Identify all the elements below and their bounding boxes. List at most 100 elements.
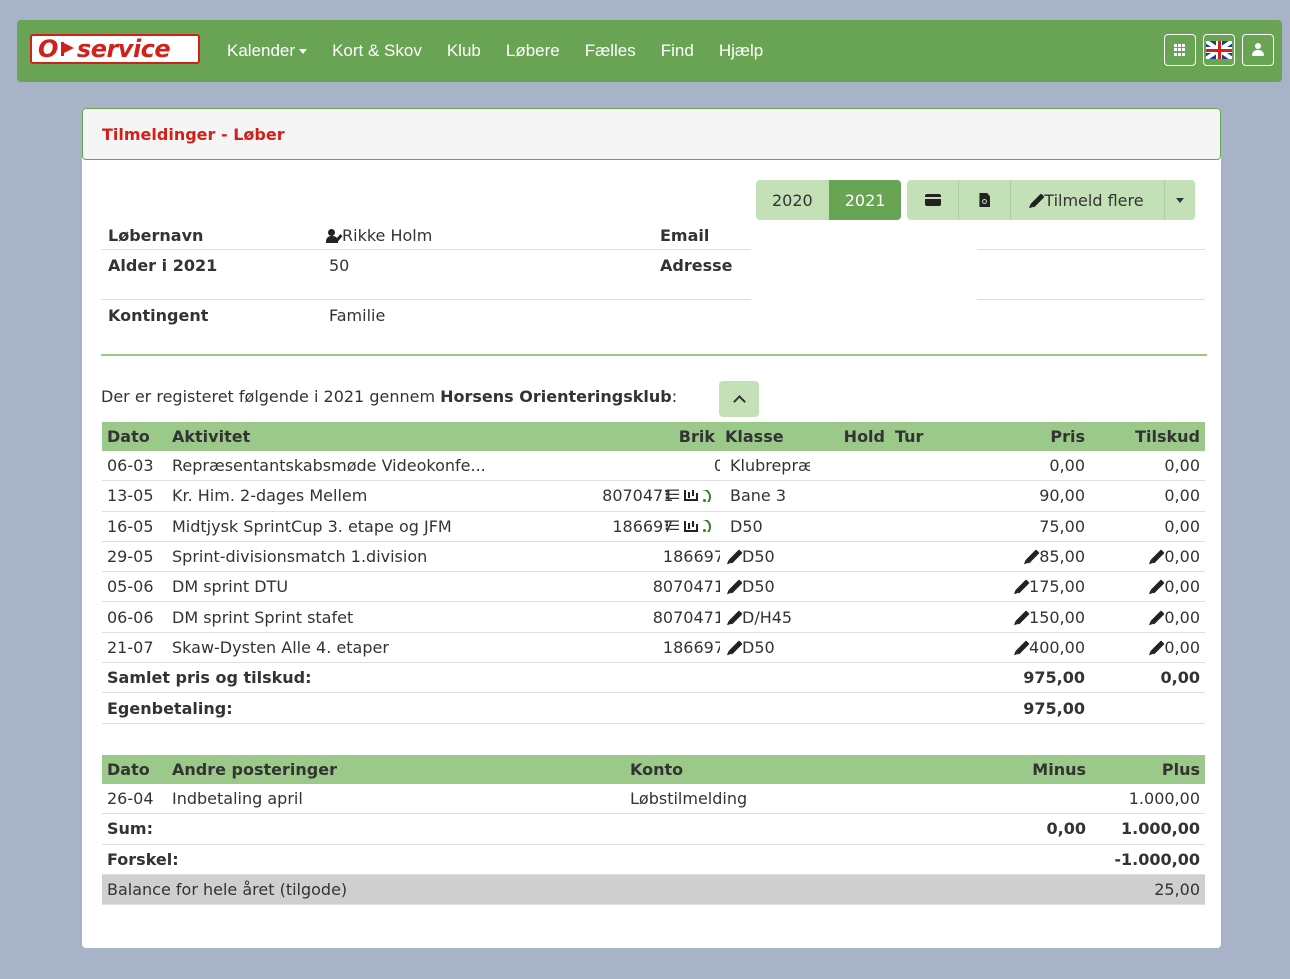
caret-down-icon — [1176, 197, 1185, 203]
table-header-row: Dato Aktivitet Brik Klasse Hold Tur Pris… — [102, 422, 1205, 451]
table-row: 29-05 Sprint-divisionsmatch 1.division 186… — [102, 541, 1205, 573]
balance-label: Balance for hele året (tilgode) — [102, 874, 1091, 906]
activity-tur — [890, 511, 950, 542]
language-button[interactable] — [1203, 34, 1235, 66]
row-divider — [977, 249, 1205, 250]
activity-klasse: D50 — [742, 547, 775, 567]
activity-name[interactable]: Midtjysk SprintCup 3. etape og JFM — [167, 511, 538, 542]
payment-button[interactable] — [907, 180, 960, 220]
activity-name[interactable]: Repræsentantskabsmøde Videokonfe... — [167, 451, 538, 482]
activity-tilskud-cell[interactable]: 0,00 — [1090, 571, 1205, 603]
nav-hjaelp[interactable]: Hjælp — [719, 41, 763, 61]
activity-brik: 186697 — [662, 637, 720, 657]
activity-klasse-cell: D50 — [720, 511, 810, 542]
oservice-logo[interactable]: Oservice — [30, 34, 200, 64]
activity-tilskud-cell[interactable]: 0,00 — [1090, 601, 1205, 633]
forskel-row: Forskel: -1.000,00 — [102, 844, 1205, 875]
activity-name[interactable]: Skaw-Dysten Alle 4. etaper — [167, 632, 538, 664]
results-chart-icon[interactable] — [684, 490, 698, 502]
nav-klub[interactable]: Klub — [447, 41, 481, 61]
credit-card-icon — [924, 194, 941, 206]
section-divider — [101, 354, 1207, 356]
activity-tilskud-cell: 0,00 — [1090, 451, 1205, 482]
col-aktivitet: Aktivitet — [167, 422, 538, 451]
nav-find[interactable]: Find — [661, 41, 694, 61]
col-dato: Dato — [102, 422, 167, 451]
activity-dato: 06-06 — [102, 601, 167, 633]
livefeed-icon[interactable] — [703, 520, 715, 533]
col-hold: Hold — [810, 422, 890, 451]
collapse-button[interactable] — [719, 381, 759, 417]
activity-hold — [810, 511, 890, 542]
activity-hold — [810, 480, 890, 512]
activity-brik-cell: 186697 — [538, 632, 720, 664]
activities-table: Dato Aktivitet Brik Klasse Hold Tur Pris… — [102, 422, 1205, 724]
activity-brik-cell: 186697 — [538, 541, 720, 573]
table-row: 06-03 Repræsentantskabsmøde Videokonfe...… — [102, 451, 1205, 482]
activity-brik: 8070471 — [652, 607, 720, 627]
activity-klasse-cell[interactable]: D50 — [720, 571, 810, 603]
livefeed-icon[interactable] — [703, 489, 715, 502]
activity-pris-cell: 90,00 — [950, 480, 1090, 512]
nav-kalender[interactable]: Kalender — [227, 41, 308, 61]
posting-plus: 1.000,00 — [1091, 784, 1205, 815]
nav-right-buttons — [1164, 34, 1274, 66]
tilmeld-flere-button[interactable]: Tilmeld flere — [1011, 180, 1166, 220]
activity-pris-cell[interactable]: 150,00 — [950, 601, 1090, 633]
tilmeld-dropdown-toggle[interactable] — [1165, 180, 1196, 220]
activity-klasse-cell[interactable]: D50 — [720, 541, 810, 573]
activity-tilskud: 0,00 — [1164, 486, 1200, 506]
activity-klasse: D50 — [742, 637, 775, 657]
activity-brik-cell: 8070471 — [538, 571, 720, 603]
nav-faelles[interactable]: Fælles — [585, 41, 636, 61]
empty-cell — [1090, 692, 1205, 724]
activity-dato: 21-07 — [102, 632, 167, 664]
year-2021-button[interactable]: 2021 — [828, 180, 902, 220]
sum-row: Sum: 0,00 1.000,00 — [102, 813, 1205, 845]
nav-kort-skov[interactable]: Kort & Skov — [332, 41, 422, 61]
activity-name[interactable]: Sprint-divisionsmatch 1.division — [167, 541, 538, 573]
activity-tilskud-cell[interactable]: 0,00 — [1090, 541, 1205, 573]
activity-tilskud-cell[interactable]: 0,00 — [1090, 632, 1205, 664]
kontingent-label: Kontingent — [108, 306, 209, 325]
col-klasse: Klasse — [720, 422, 810, 451]
activity-pris-cell[interactable]: 85,00 — [950, 541, 1090, 573]
nav-lobere[interactable]: Løbere — [506, 41, 560, 61]
col-konto: Konto — [625, 755, 875, 784]
main-nav: Kalender Kort & Skov Klub Løbere Fælles … — [227, 20, 788, 82]
activity-tilskud: 0,00 — [1164, 637, 1200, 657]
activity-klasse-cell[interactable]: D/H45 — [720, 601, 810, 633]
kontingent-value: Familie — [329, 306, 386, 325]
uk-flag-icon — [1206, 41, 1232, 59]
year-2020-button[interactable]: 2020 — [756, 180, 829, 220]
postings-table: Dato Andre posteringer Konto Minus Plus … — [102, 755, 1205, 906]
activity-klasse: D50 — [730, 516, 763, 536]
user-menu-button[interactable] — [1242, 34, 1274, 66]
sum-plus: 1.000,00 — [1091, 813, 1205, 845]
activity-klasse-cell: Bane 3 — [720, 480, 810, 512]
activity-klasse: Bane 3 — [730, 486, 787, 506]
activity-klasse-cell[interactable]: D50 — [720, 632, 810, 664]
caret-down-icon — [299, 49, 308, 55]
pdf-button[interactable] — [959, 180, 1012, 220]
name-value[interactable]: Rikke Holm — [326, 226, 432, 245]
activity-pris-cell[interactable]: 400,00 — [950, 632, 1090, 664]
activity-klasse: D50 — [742, 577, 775, 597]
activity-klasse-cell: Klubrepræsen... — [720, 451, 810, 482]
pencil-icon — [1015, 640, 1030, 655]
results-chart-icon[interactable] — [684, 520, 698, 532]
sum-minus: 0,00 — [875, 813, 1091, 845]
activity-brik: 8070471 — [602, 486, 674, 506]
activity-pris: 90,00 — [1039, 486, 1085, 506]
activity-name[interactable]: DM sprint DTU — [167, 571, 538, 603]
activity-pris-cell[interactable]: 175,00 — [950, 571, 1090, 603]
activity-name[interactable]: DM sprint Sprint stafet — [167, 601, 538, 633]
activity-dato: 29-05 — [102, 541, 167, 573]
activity-name[interactable]: Kr. Him. 2-dages Mellem — [167, 480, 538, 512]
activity-tilskud: 0,00 — [1164, 547, 1200, 567]
pdf-file-icon — [979, 193, 991, 207]
egenbetaling-label: Egenbetaling: — [102, 692, 950, 724]
apps-button[interactable] — [1164, 34, 1196, 66]
table-row: 06-06 DM sprint Sprint stafet 8070471 D/H45… — [102, 601, 1205, 633]
col-minus: Minus — [875, 755, 1091, 784]
